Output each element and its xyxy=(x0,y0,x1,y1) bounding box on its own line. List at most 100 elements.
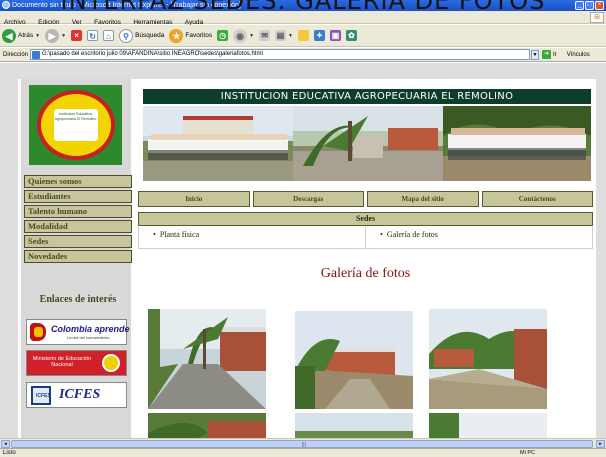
planta-fisica-link[interactable]: Planta física xyxy=(160,230,199,239)
mail-icon: ✉ xyxy=(259,30,271,41)
research-button[interactable]: ▣ xyxy=(330,30,341,41)
web-page: Institución Educativa Agropecuaria El Re… xyxy=(18,79,596,438)
status-bar: Listo Mi PC xyxy=(0,448,606,457)
home-button[interactable]: ⌂ xyxy=(103,30,115,41)
refresh-button[interactable]: ↻ xyxy=(87,30,99,41)
sidebar: Institución Educativa Agropecuaria El Re… xyxy=(21,79,132,438)
print-button[interactable]: ▤ ▼ xyxy=(275,30,293,41)
scrollbar-thumb[interactable]: ||| xyxy=(11,440,593,448)
folder-button[interactable] xyxy=(298,30,309,41)
address-value: G:\pasado del escritorio julio 09\AFANDI… xyxy=(42,51,263,57)
sidebar-item-sedes[interactable]: Sedes xyxy=(24,235,132,248)
sedes-links: • Planta física • Galería de fotos xyxy=(138,227,593,249)
sidebar-item-modalidad[interactable]: Modalidad xyxy=(24,220,132,233)
page-icon xyxy=(32,51,41,59)
icfes-link[interactable]: ICFES ICFES xyxy=(26,382,127,408)
print-icon: ▤ xyxy=(275,30,287,41)
search-button[interactable]: ⚲ Búsqueda xyxy=(119,28,165,43)
gallery-photo-5[interactable] xyxy=(295,413,413,438)
horizontal-scrollbar[interactable]: ◂ ||| ▸ xyxy=(0,438,606,448)
stop-button[interactable]: × xyxy=(71,30,83,41)
back-button[interactable]: ◀ Atrás ▼ xyxy=(2,28,41,43)
bullet-icon: • xyxy=(153,230,156,239)
sedes-item-galeria[interactable]: • Galería de fotos xyxy=(366,227,592,248)
favorites-button[interactable]: ★ Favoritos xyxy=(169,28,213,43)
slide-caption: INTERFAZ SEDES: GALERIA DE FOTOS xyxy=(60,0,546,15)
sedes-item-planta-fisica[interactable]: • Planta física xyxy=(139,227,366,248)
icfes-icon: ICFES xyxy=(31,386,51,405)
sidebar-item-quienes-somos[interactable]: Quienes somos xyxy=(24,175,132,188)
search-icon: ⚲ xyxy=(119,28,134,43)
forward-button[interactable]: ▶ ▼ xyxy=(45,28,67,43)
bullet-icon: • xyxy=(380,230,383,239)
discuss-button[interactable]: ✿ xyxy=(346,30,357,41)
address-dropdown-button[interactable]: ▼ xyxy=(531,49,540,60)
chevron-down-icon: ▼ xyxy=(249,32,255,39)
mail-button[interactable]: ✉ xyxy=(259,30,271,41)
address-input[interactable]: G:\pasado del escritorio julio 09\AFANDI… xyxy=(30,49,531,60)
school-logo[interactable]: Institución Educativa Agropecuaria El Re… xyxy=(29,85,122,165)
sedes-heading: Sedes xyxy=(138,212,593,226)
research-icon: ▣ xyxy=(330,30,341,41)
history-icon: ◷ xyxy=(217,30,229,41)
mineducacion-link[interactable]: Ministerio de Educación Nacional xyxy=(26,350,127,376)
icfes-label: ICFES xyxy=(59,387,101,402)
nav-mapa-del-sitio[interactable]: Mapa del sitio xyxy=(367,191,479,207)
sidebar-item-estudiantes[interactable]: Estudiantes xyxy=(24,190,132,203)
colombia-aprende-icon xyxy=(30,323,46,341)
star-icon: ★ xyxy=(169,28,184,43)
gallery-photo-4[interactable] xyxy=(148,413,266,438)
mineducacion-label: Ministerio de Educación Nacional xyxy=(32,356,92,368)
browser-viewport[interactable]: Institución Educativa Agropecuaria El Re… xyxy=(0,63,606,438)
forward-arrow-icon: ▶ xyxy=(45,28,60,43)
scroll-left-icon[interactable]: ◂ xyxy=(1,440,10,448)
links-button[interactable]: Vínculos xyxy=(567,52,590,58)
logo-text: Institución Educativa Agropecuaria El Re… xyxy=(53,109,98,141)
colombia-aprende-link[interactable]: Colombia aprende La red del conocimiento xyxy=(26,319,130,345)
links-title: Enlaces de interés xyxy=(39,294,117,305)
logo-emblem-icon: Institución Educativa Agropecuaria El Re… xyxy=(36,90,115,160)
favorites-label: Favoritos xyxy=(185,32,213,39)
top-navigation: Inicio Descargas Mapa del sitio Contácte… xyxy=(138,191,593,207)
galeria-link[interactable]: Galería de fotos xyxy=(387,230,438,239)
scroll-right-icon[interactable]: ▸ xyxy=(596,440,605,448)
search-label: Búsqueda xyxy=(135,32,165,39)
stop-icon: × xyxy=(71,30,83,41)
chevron-down-icon: ▼ xyxy=(35,32,41,39)
folder-icon xyxy=(298,30,309,41)
history-button[interactable]: ◷ xyxy=(217,30,229,41)
nav-inicio[interactable]: Inicio xyxy=(138,191,250,207)
home-icon: ⌂ xyxy=(103,30,115,41)
screenshot: INTERFAZ SEDES: GALERIA DE FOTOS Documen… xyxy=(0,0,606,457)
media-button[interactable]: ◉ ▼ xyxy=(233,28,255,43)
gallery-photo-6[interactable] xyxy=(429,413,547,438)
banner-photo-students-right xyxy=(443,106,591,181)
toolbar: ◀ Atrás ▼ ▶ ▼ × ↻ ⌂ ⚲ Búsqueda ★ Favorit… xyxy=(0,25,606,47)
gallery-photo-1[interactable] xyxy=(148,309,266,409)
coat-of-arms-icon xyxy=(102,354,120,372)
banner-photos xyxy=(143,106,591,181)
go-arrow-icon[interactable]: ➜ xyxy=(542,50,552,59)
colombia-aprende-label: Colombia aprende xyxy=(51,324,130,334)
banner-photo-students-left xyxy=(143,106,293,181)
go-button[interactable]: Ir xyxy=(553,52,557,58)
nav-descargas[interactable]: Descargas xyxy=(252,191,364,207)
media-icon: ◉ xyxy=(233,28,248,43)
sidebar-item-talento-humano[interactable]: Talento humano xyxy=(24,205,132,218)
chevron-down-icon: ▼ xyxy=(61,32,67,39)
site-title: INSTITUCION EDUCATIVA AGROPECUARIA EL RE… xyxy=(143,89,591,104)
back-arrow-icon: ◀ xyxy=(2,28,16,43)
refresh-icon: ↻ xyxy=(87,30,99,41)
gallery-photo-3[interactable] xyxy=(429,309,547,409)
status-text: Listo xyxy=(3,450,16,456)
sidebar-item-novedades[interactable]: Novedades xyxy=(24,250,132,263)
nav-contactenos[interactable]: Contáctenos xyxy=(481,191,593,207)
banner-photo-monument xyxy=(293,106,443,181)
address-label: Dirección xyxy=(3,51,29,58)
messenger-button[interactable]: ✦ xyxy=(314,30,325,41)
messenger-icon: ✦ xyxy=(314,30,325,41)
address-bar: Dirección G:\pasado del escritorio julio… xyxy=(0,48,606,62)
back-label: Atrás xyxy=(18,32,34,39)
colombia-aprende-sub: La red del conocimiento xyxy=(67,335,110,340)
gallery-photo-2[interactable] xyxy=(295,311,413,409)
